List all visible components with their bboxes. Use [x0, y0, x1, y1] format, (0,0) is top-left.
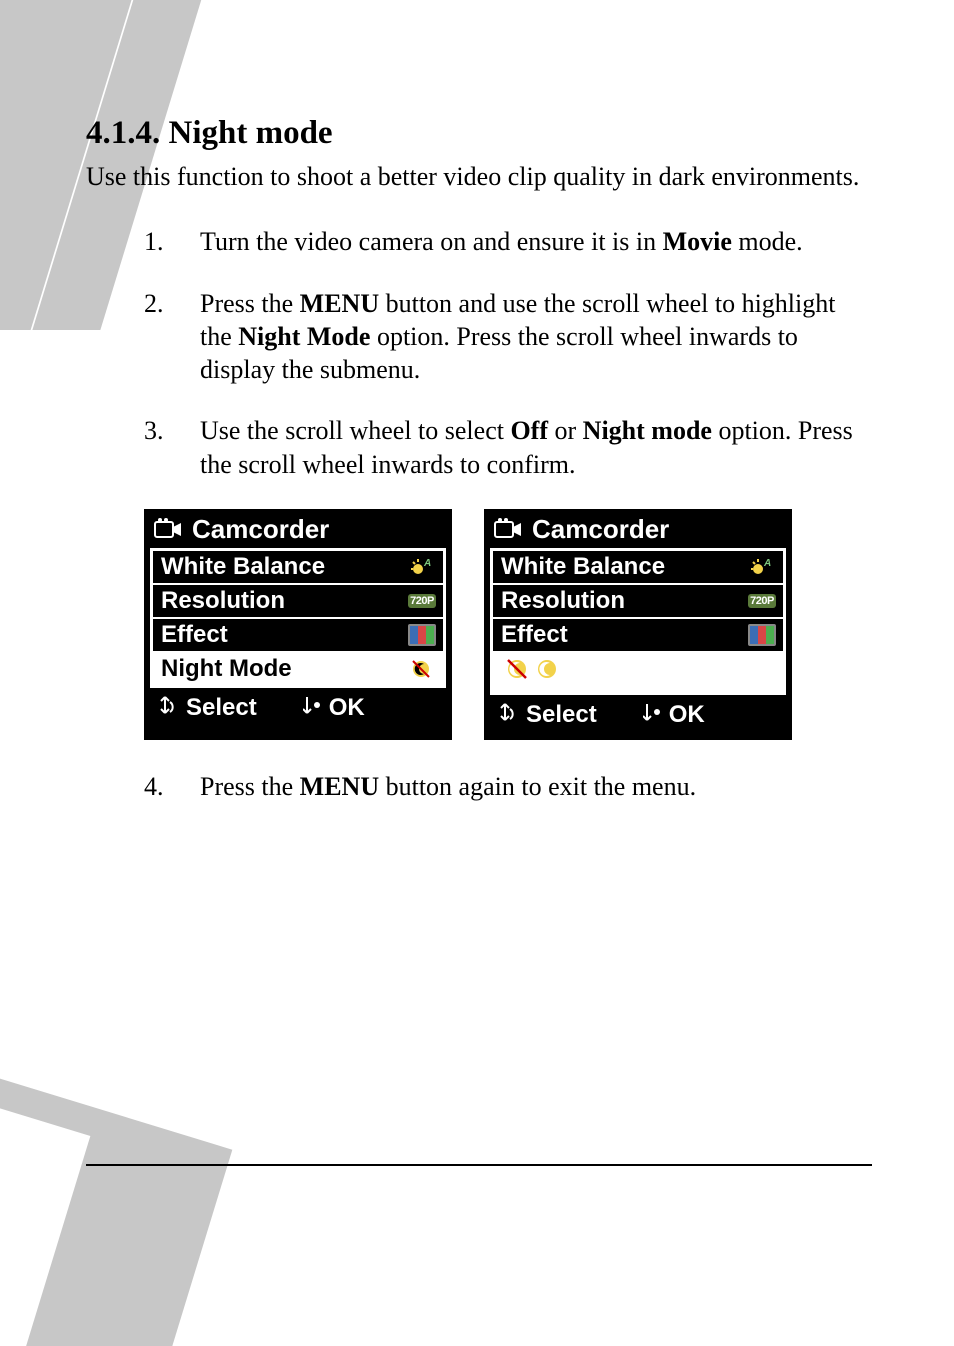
- menu-items: White Balance A Resolution 720P Effect: [490, 548, 786, 695]
- menu-item-resolution: Resolution 720P: [153, 583, 443, 617]
- svg-text:A: A: [423, 558, 431, 569]
- menu-items: White Balance A Resolution 720P Effect N…: [150, 548, 446, 688]
- step-text: Turn the video camera on and ensure it i…: [200, 225, 872, 258]
- night-mode-off-option-icon: [505, 657, 531, 688]
- footer-select-label: Select: [186, 694, 257, 722]
- screen-title-row: Camcorder: [144, 509, 452, 548]
- screen-footer: Select OK: [144, 688, 452, 733]
- camcorder-screen-submenu: Camcorder White Balance A Resolution 720…: [484, 509, 792, 740]
- screen-footer: Select OK: [484, 695, 792, 740]
- scroll-select-icon: [158, 694, 180, 723]
- resolution-720p-icon: 720P: [407, 590, 437, 612]
- step-number: 1.: [144, 225, 200, 258]
- menu-item-effect: Effect: [153, 617, 443, 651]
- footer-ok-label: OK: [669, 701, 705, 729]
- camcorder-screen-menu: Camcorder White Balance A Resolution 720…: [144, 509, 452, 740]
- step-text: Press the MENU button and use the scroll…: [200, 287, 872, 387]
- effect-icon: [747, 624, 777, 646]
- menu-item-night-mode: Night Mode: [153, 651, 443, 685]
- step-number: 4.: [144, 770, 200, 803]
- step-number: 2.: [144, 287, 200, 387]
- menu-item-effect: Effect: [493, 617, 783, 651]
- section-heading: 4.1.4. Night mode: [86, 115, 872, 152]
- step-number: 3.: [144, 414, 200, 481]
- svg-text:A: A: [763, 558, 771, 569]
- intro-paragraph: Use this function to shoot a better vide…: [86, 160, 872, 193]
- white-balance-auto-icon: A: [407, 556, 437, 578]
- step-text: Press the MENU button again to exit the …: [200, 770, 872, 803]
- menu-item-white-balance: White Balance A: [153, 551, 443, 583]
- camcorder-icon: [494, 518, 522, 540]
- scroll-select-icon: [498, 701, 520, 730]
- footer-divider: [86, 1164, 872, 1166]
- night-mode-on-option-icon: [535, 657, 561, 688]
- footer-ok-label: OK: [329, 694, 365, 722]
- press-ok-icon: [643, 701, 663, 730]
- press-ok-icon: [303, 694, 323, 723]
- menu-item-night-mode-options: [493, 651, 783, 692]
- step-text: Use the scroll wheel to select Off or Ni…: [200, 414, 872, 481]
- night-mode-off-icon: [407, 658, 437, 680]
- camcorder-icon: [154, 518, 182, 540]
- footer-select-label: Select: [526, 701, 597, 729]
- menu-item-white-balance: White Balance A: [493, 551, 783, 583]
- camcorder-screenshots: Camcorder White Balance A Resolution 720…: [144, 509, 872, 740]
- screen-title-row: Camcorder: [484, 509, 792, 548]
- resolution-720p-icon: 720P: [747, 590, 777, 612]
- white-balance-auto-icon: A: [747, 556, 777, 578]
- screen-title: Camcorder: [532, 514, 669, 545]
- effect-icon: [407, 624, 437, 646]
- menu-item-resolution: Resolution 720P: [493, 583, 783, 617]
- screen-title: Camcorder: [192, 514, 329, 545]
